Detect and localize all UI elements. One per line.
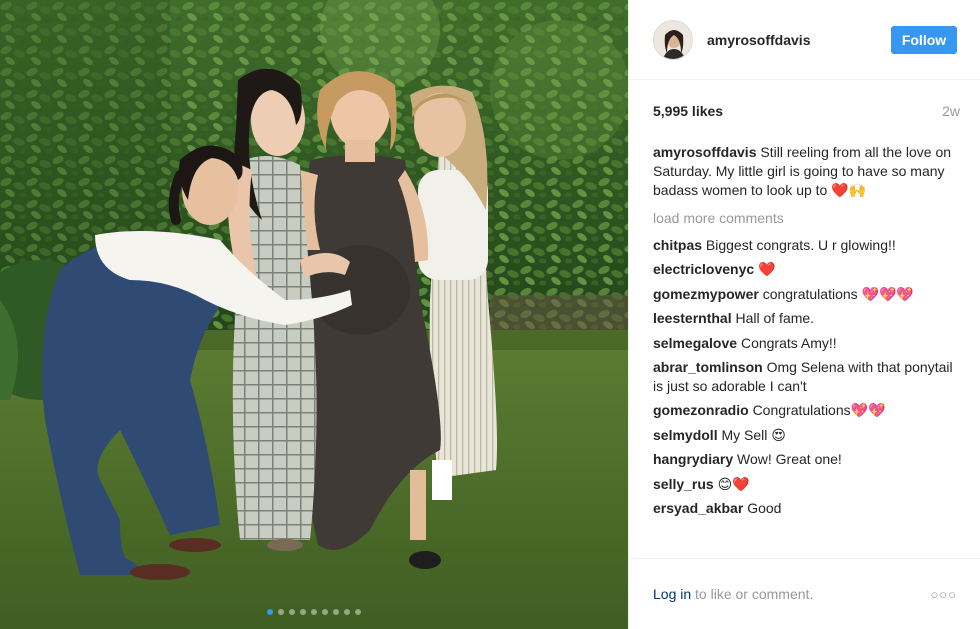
comment-item: selly_rus 😊❤️ (653, 475, 962, 494)
carousel-dot[interactable] (355, 609, 361, 615)
comment-username[interactable]: gomezonradio (653, 402, 749, 418)
header-username[interactable]: amyrosoffdavis (707, 32, 891, 48)
post-side-panel: amyrosoffdavis Follow 5,995 likes 2w amy… (628, 0, 980, 629)
comment-username[interactable]: leesternthal (653, 310, 732, 326)
post-timestamp[interactable]: 2w (942, 103, 960, 119)
likes-row: 5,995 likes 2w (653, 103, 960, 119)
carousel-dot[interactable] (311, 609, 317, 615)
comment-text: congratulations 💖💖💖 (762, 285, 914, 302)
comment-text: Hall of fame. (735, 310, 815, 327)
comment-text: 😊❤️ (717, 475, 750, 492)
comment-username[interactable]: selmydoll (653, 427, 718, 443)
login-prompt-suffix: to like or comment. (695, 586, 814, 602)
comment-text: Congratulations💖💖 (752, 402, 886, 419)
comment-username[interactable]: hangrydiary (653, 451, 733, 467)
comment-item: gomezonradio Congratulations💖💖 (653, 401, 962, 420)
comment-item: electriclovenyc ❤️ (653, 260, 962, 279)
carousel-indicator (0, 609, 628, 615)
comment-text: My Sell 😍 (721, 426, 786, 443)
comment-username[interactable]: ersyad_akbar (653, 500, 743, 516)
comment-item: selmegalove Congrats Amy!! (653, 334, 962, 353)
comment-list: chitpas Biggest congrats. U r glowing!! e… (653, 236, 962, 518)
comment-username[interactable]: chitpas (653, 237, 702, 253)
comment-text: Biggest congrats. U r glowing!! (705, 237, 896, 253)
comment-username[interactable]: electriclovenyc (653, 261, 754, 277)
comment-username[interactable]: selmegalove (653, 335, 737, 351)
comment-username[interactable]: selly_rus (653, 476, 714, 492)
comment-text: Congrats Amy!! (740, 334, 837, 351)
carousel-dot[interactable] (278, 609, 284, 615)
photo-image (0, 0, 628, 629)
load-more-comments-link[interactable]: load more comments (653, 209, 962, 228)
follow-button[interactable]: Follow (891, 25, 957, 54)
comment-text: Good (747, 499, 782, 516)
ellipsis-icon[interactable]: ○○○ (930, 587, 957, 602)
comment-item: gomezmypower congratulations 💖💖💖 (653, 285, 962, 304)
comment-item: ersyad_akbar Good (653, 499, 962, 518)
comment-username[interactable]: abrar_tomlinson (653, 359, 763, 375)
caption-username[interactable]: amyrosoffdavis (653, 144, 756, 160)
carousel-dot[interactable] (300, 609, 306, 615)
comment-item: selmydoll My Sell 😍 (653, 426, 962, 445)
carousel-dot[interactable] (344, 609, 350, 615)
login-prompt: Log in to like or comment. (653, 586, 930, 602)
comment-item: hangrydiary Wow! Great one! (653, 450, 962, 469)
comment-item: abrar_tomlinson Omg Selena with that pon… (653, 358, 962, 396)
post-caption: amyrosoffdavis Still reeling from all th… (653, 143, 962, 201)
comment-item: chitpas Biggest congrats. U r glowing!! (653, 236, 962, 255)
post-header: amyrosoffdavis Follow (629, 0, 980, 80)
avatar[interactable] (653, 19, 693, 60)
post-footer: Log in to like or comment. ○○○ (629, 558, 980, 629)
comment-username[interactable]: gomezmypower (653, 286, 759, 302)
avatar-image (654, 20, 692, 59)
comment-text: Wow! Great one! (737, 451, 842, 468)
comment-text: ❤️ (758, 261, 776, 278)
post-photo[interactable] (0, 0, 628, 629)
carousel-dot[interactable] (333, 609, 339, 615)
comment-item: leesternthal Hall of fame. (653, 309, 962, 328)
comments-section: amyrosoffdavis Still reeling from all th… (653, 143, 962, 523)
carousel-dot[interactable] (289, 609, 295, 615)
carousel-dot[interactable] (322, 609, 328, 615)
carousel-dot[interactable] (267, 609, 273, 615)
login-link[interactable]: Log in (653, 586, 691, 602)
likes-count[interactable]: 5,995 likes (653, 103, 723, 119)
caption-emoji: ❤️🙌 (831, 183, 867, 199)
